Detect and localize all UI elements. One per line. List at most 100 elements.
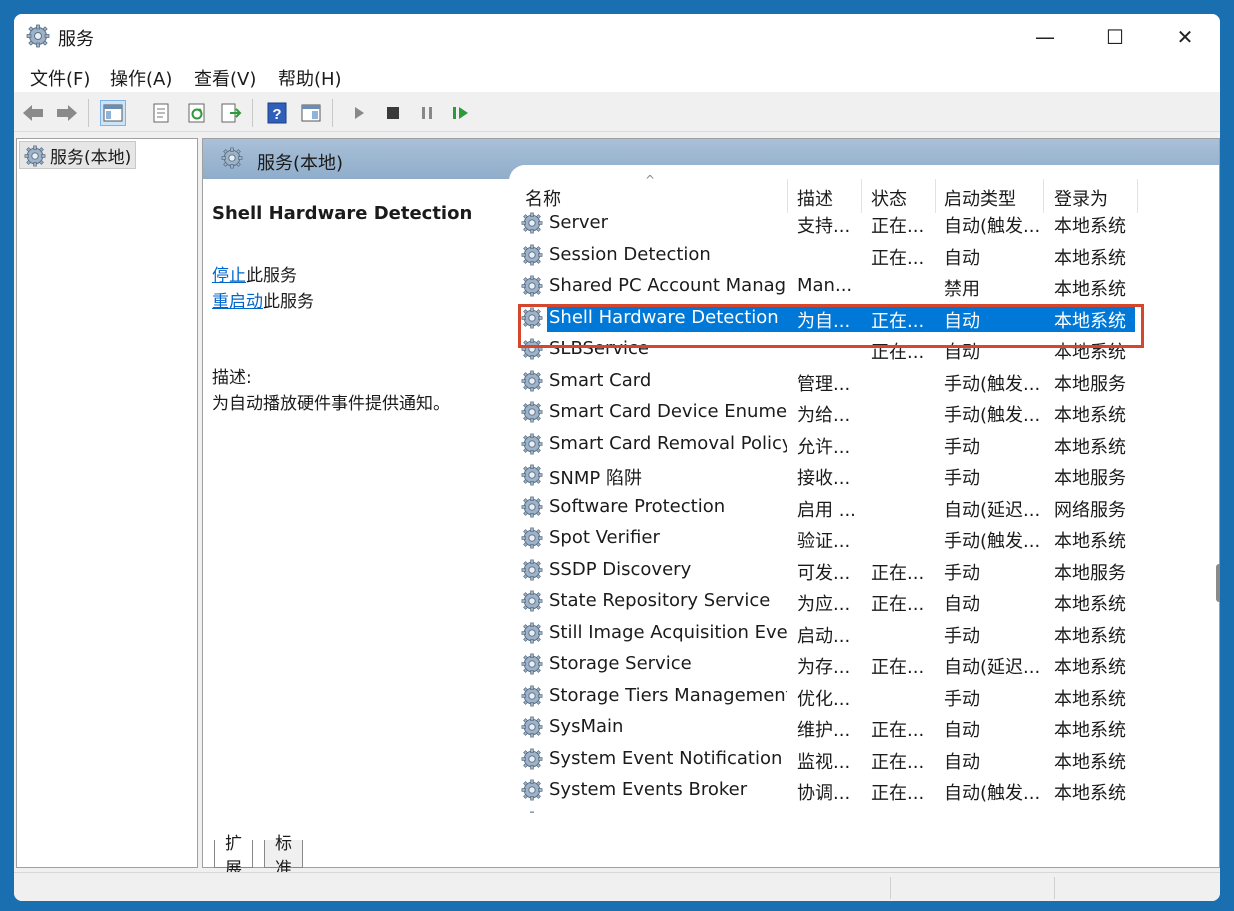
service-startup-type: 手动(触发... — [944, 405, 1041, 426]
service-status: 正在... — [871, 216, 925, 237]
start-service-icon[interactable] — [346, 100, 372, 126]
service-startup-type: 自动 — [944, 247, 980, 269]
back-icon[interactable] — [20, 100, 46, 126]
service-row[interactable]: Storage Service 为存... 正在... 自动(延迟... 本地系统 — [509, 649, 1199, 680]
service-row[interactable]: Spot Verifier 验证... 手动(触发... 本地系统 — [509, 523, 1199, 554]
service-startup-type: 自动 — [944, 594, 980, 615]
gear-icon — [521, 779, 543, 801]
service-startup-type: 自动(延迟... — [944, 811, 1042, 814]
service-log-on-as: 本地服务 — [1054, 562, 1126, 584]
service-row[interactable]: SSDP Discovery 可发... 正在... 手动 本地服务 — [509, 555, 1199, 586]
gear-icon — [221, 147, 243, 169]
description-text: 为自动播放硬件事件提供通知。 — [212, 394, 450, 414]
service-row[interactable]: Session Detection 正在... 自动 本地系统 — [509, 240, 1199, 271]
menu-file[interactable]: 文件(F) — [30, 65, 90, 91]
service-description: 验证... — [797, 531, 851, 552]
service-name: Smart Card Device Enumer... — [549, 401, 787, 422]
service-row[interactable]: System Event Notification ... 监视... 正在... 自… — [509, 744, 1199, 775]
service-row[interactable]: Still Image Acquisition Eve... 启动... 手动 本地系… — [509, 618, 1199, 649]
service-row[interactable]: SysMain 维护... 正在... 自动 本地系统 — [509, 712, 1199, 743]
service-row[interactable]: Smart Card Device Enumer... 为给... 手动(触发...… — [509, 397, 1199, 428]
tab-standard[interactable]: 标准 — [264, 834, 303, 879]
service-log-on-as: 本地系统 — [1054, 247, 1126, 269]
service-row[interactable]: Shared PC Account Manager Man... 禁用 本地系统 — [509, 271, 1199, 302]
menu-view[interactable]: 查看(V) — [194, 65, 256, 91]
service-startup-type: 手动(触发... — [944, 531, 1041, 552]
service-log-on-as: 本地服务 — [1054, 373, 1126, 395]
service-description: The ... — [797, 811, 857, 814]
tab-extended[interactable]: 扩展 — [214, 834, 253, 879]
restart-service-link[interactable]: 重启动 — [212, 292, 263, 312]
service-name: Still Image Acquisition Eve... — [549, 621, 787, 643]
vertical-scrollbar[interactable] — [1212, 196, 1220, 846]
service-description: 为应... — [797, 594, 851, 615]
menu-action[interactable]: 操作(A) — [110, 65, 172, 91]
service-row[interactable]: Smart Card Removal Policy 允许... 手动 本地系统 — [509, 429, 1199, 460]
service-name: System Events Broker — [549, 779, 748, 800]
service-log-on-as: 本地系统 — [1054, 720, 1126, 741]
gear-icon — [26, 24, 50, 48]
view-icon[interactable] — [298, 100, 324, 126]
gear-icon — [521, 243, 543, 266]
service-startup-type: 手动 — [944, 625, 980, 647]
refresh-icon[interactable] — [184, 100, 210, 126]
services-list: ^ 名称 描述 状态 启动类型 登录为 Server 支持... 正在... 自动(触… — [509, 165, 1219, 815]
close-button[interactable]: ✕ — [1150, 14, 1220, 60]
status-bar — [14, 872, 1220, 901]
service-row[interactable]: System Events Broker 协调... 正在... 自动(触发... 本地… — [509, 775, 1199, 806]
service-description: 可发... — [797, 562, 851, 584]
service-name: Software Protection — [549, 495, 726, 517]
service-description: 接收... — [797, 468, 851, 489]
service-startup-type: 自动(触发... — [944, 783, 1041, 804]
pause-service-icon[interactable] — [414, 100, 440, 126]
gear-icon — [24, 145, 46, 167]
tree-item-services-local[interactable]: 服务(本地) — [19, 141, 137, 169]
service-description: 允许... — [797, 436, 851, 458]
service-status: 正在... — [871, 783, 925, 804]
export-list-icon[interactable] — [218, 100, 244, 126]
forward-icon[interactable] — [54, 100, 80, 126]
service-row[interactable]: Smart Card 管理... 手动(触发... 本地服务 — [509, 366, 1199, 397]
service-status: 正在... — [871, 720, 925, 741]
service-log-on-as: 本地系统 — [1054, 216, 1126, 237]
gear-icon — [521, 684, 543, 707]
service-startup-type: 手动 — [944, 468, 980, 489]
service-name: Storage Tiers Management — [549, 684, 787, 706]
restart-service-line: 重启动此服务 — [212, 287, 314, 312]
service-row[interactable]: SNMP 陷阱 接收... 手动 本地服务 — [509, 460, 1199, 491]
stop-service-icon[interactable] — [380, 100, 406, 126]
service-description: 支持... — [797, 216, 851, 237]
service-row[interactable]: Server 支持... 正在... 自动(触发... 本地系统 — [509, 208, 1199, 239]
show-hide-console-tree-icon[interactable] — [100, 100, 126, 126]
gear-icon — [521, 810, 543, 813]
service-row[interactable]: System Interface Foundati... The ... 正在...… — [509, 807, 1199, 814]
service-row[interactable]: Storage Tiers Management 优化... 手动 本地系统 — [509, 681, 1199, 712]
menu-help[interactable]: 帮助(H) — [278, 65, 342, 91]
restart-service-icon[interactable] — [448, 100, 474, 126]
service-status: 正在... — [871, 811, 933, 814]
service-name: Session Detection — [549, 243, 711, 265]
help-icon[interactable]: ? — [264, 100, 290, 126]
services-rows: Server 支持... 正在... 自动(触发... 本地系统 Session Dete… — [509, 207, 1199, 813]
service-log-on-as: 本地系统 — [1054, 436, 1126, 458]
scrollbar-thumb[interactable] — [1216, 564, 1220, 602]
maximize-button[interactable]: ☐ — [1080, 14, 1150, 60]
stop-service-link[interactable]: 停止 — [212, 266, 246, 286]
service-log-on-as: 本地系统 — [1054, 751, 1126, 773]
service-log-on-as: 本地服务 — [1054, 468, 1126, 489]
service-description: 为给... — [797, 405, 851, 426]
service-description: Man... — [797, 275, 853, 296]
service-row[interactable]: State Repository Service 为应... 正在... 自动 本地系统 — [509, 586, 1199, 617]
service-row[interactable]: Software Protection 启用 ... 自动(延迟... 网络服务 — [509, 492, 1199, 523]
description-label: 描述: — [212, 368, 252, 388]
service-startup-type: 自动 — [944, 720, 980, 741]
gear-icon — [521, 275, 543, 297]
minimize-button[interactable]: — — [1010, 14, 1080, 60]
service-log-on-as: 本地系统 — [1054, 811, 1134, 814]
service-description: 为存... — [797, 657, 851, 678]
gear-icon — [521, 621, 543, 644]
service-name: Smart Card Removal Policy — [549, 432, 787, 454]
service-name: Shared PC Account Manager — [549, 275, 787, 296]
properties-icon[interactable] — [148, 100, 174, 126]
service-name: Spot Verifier — [549, 527, 660, 548]
